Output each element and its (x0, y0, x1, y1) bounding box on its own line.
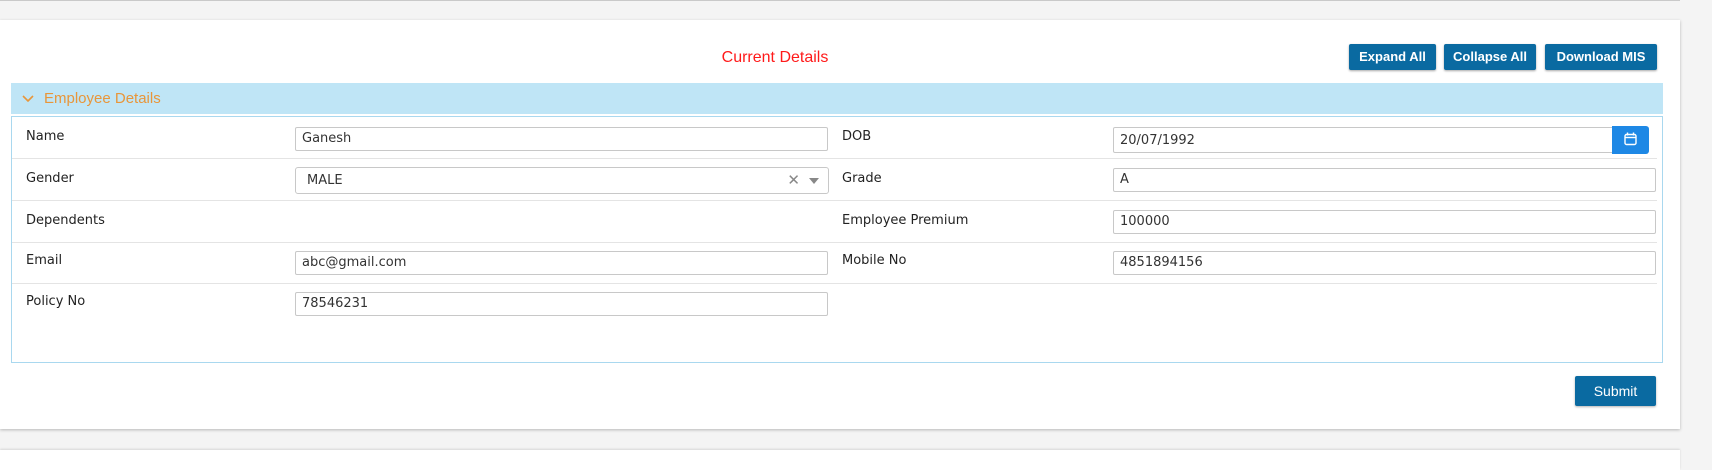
policy-no-input[interactable] (295, 292, 828, 316)
current-details-card: Current Details Expand All Collapse All … (0, 20, 1680, 429)
expand-all-button[interactable]: Expand All (1349, 44, 1436, 70)
gender-label: Gender (26, 171, 74, 186)
grade-input[interactable] (1113, 168, 1656, 192)
grade-label: Grade (842, 171, 882, 186)
panel-title: Employee Details (44, 90, 161, 107)
employee-details-panel-header[interactable]: Employee Details (11, 83, 1663, 114)
form-row: Dependents Employee Premium (12, 201, 1657, 243)
dob-input[interactable] (1113, 127, 1613, 153)
form-row: Email Mobile No (12, 243, 1657, 284)
dob-calendar-button[interactable] (1612, 126, 1649, 154)
dob-label: DOB (842, 129, 872, 144)
download-mis-button[interactable]: Download MIS (1545, 44, 1657, 70)
email-input[interactable] (295, 251, 828, 275)
form-row: Name DOB (12, 117, 1657, 159)
dependents-label: Dependents (26, 213, 105, 228)
name-input[interactable] (295, 127, 828, 151)
gender-select[interactable]: MALE ✕ (295, 167, 829, 194)
page-title: Current Details (721, 49, 829, 66)
close-icon[interactable]: ✕ (787, 171, 800, 189)
name-label: Name (26, 129, 65, 144)
next-card (0, 450, 1680, 470)
scrollbar-track[interactable] (1690, 0, 1712, 465)
caret-down-icon[interactable] (809, 178, 819, 184)
form-row: Policy No (12, 284, 1657, 324)
top-divider (0, 0, 1680, 1)
email-label: Email (26, 253, 63, 268)
employee-details-panel-body: Name DOB Gender MALE ✕ Grade (11, 116, 1663, 363)
form-row: Gender MALE ✕ Grade (12, 159, 1657, 201)
employee-premium-input[interactable] (1113, 210, 1656, 234)
policy-no-label: Policy No (26, 294, 86, 309)
gender-selected-value: MALE (307, 173, 343, 188)
calendar-icon (1624, 132, 1637, 146)
mobile-no-input[interactable] (1113, 251, 1656, 275)
mobile-no-label: Mobile No (842, 253, 907, 268)
chevron-down-icon (22, 91, 34, 103)
collapse-all-button[interactable]: Collapse All (1444, 44, 1536, 70)
employee-premium-label: Employee Premium (842, 213, 969, 228)
submit-button[interactable]: Submit (1575, 376, 1656, 406)
